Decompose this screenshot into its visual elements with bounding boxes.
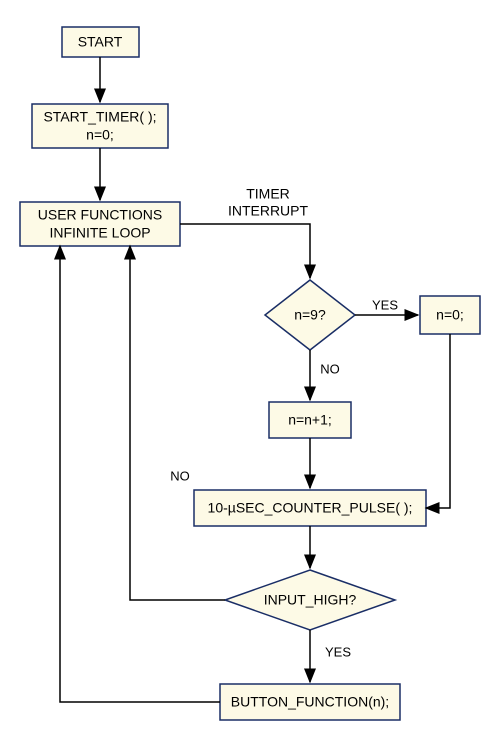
label-start-timer-2: n=0; [86, 127, 114, 143]
label-start-timer-1: START_TIMER( ); [43, 109, 156, 125]
label-input-high: INPUT_HIGH? [264, 592, 357, 608]
label-timer-interrupt-1: TIMER [246, 186, 290, 202]
label-inc-n: n=n+1; [288, 412, 332, 428]
label-timer-interrupt-2: INTERRUPT [228, 203, 309, 219]
label-n9: n=9? [294, 307, 326, 323]
label-start: START [78, 34, 123, 50]
arrow-reset-to-pulse [426, 334, 450, 508]
label-no-2: NO [170, 468, 190, 483]
arrow-userfn-to-n9 [180, 224, 310, 278]
arrow-buttonfn-loop [60, 246, 220, 702]
label-no-1: NO [320, 361, 340, 376]
label-userfn-2: INFINITE LOOP [49, 225, 150, 241]
label-reset-n: n=0; [436, 307, 464, 323]
arrow-input-no-loop [130, 246, 225, 600]
label-button-function: BUTTON_FUNCTION(n); [231, 694, 389, 710]
label-yes-2: YES [325, 644, 351, 659]
label-counter-pulse: 10-µSEC_COUNTER_PULSE( ); [208, 500, 413, 516]
label-yes-1: YES [372, 297, 398, 312]
label-userfn-1: USER FUNCTIONS [38, 207, 162, 223]
